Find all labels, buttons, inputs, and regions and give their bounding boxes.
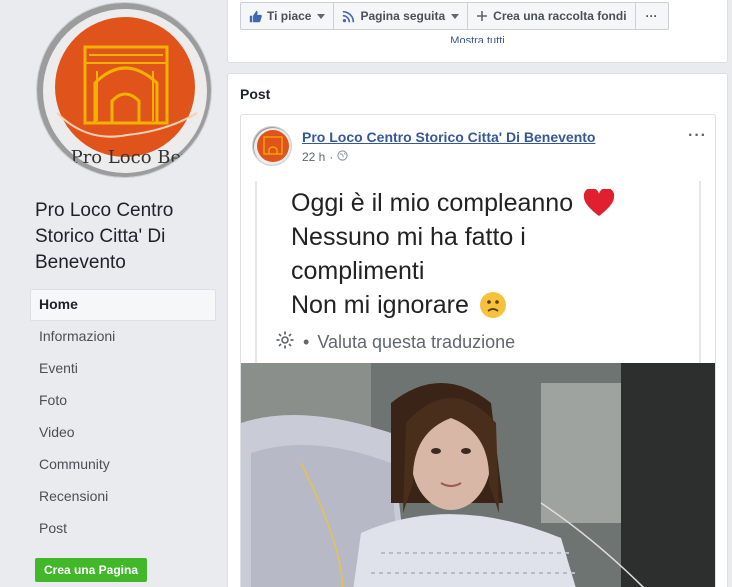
translate-label: Valuta questa traduzione bbox=[317, 332, 516, 352]
page-actions-card: Ti piace Pagina seguita Crea una raccolt… bbox=[227, 0, 728, 63]
post-meta: 22 h · bbox=[302, 150, 348, 164]
page-actions-bar: Ti piace Pagina seguita Crea una raccolt… bbox=[240, 2, 669, 30]
gear-icon bbox=[275, 330, 295, 355]
nav-item-community[interactable]: Community bbox=[30, 449, 216, 481]
nav-item-video[interactable]: Video bbox=[30, 417, 216, 449]
profile-logo-image: Pro Loco Bene bbox=[37, 3, 211, 177]
nav-item-home[interactable]: Home bbox=[30, 289, 216, 321]
chevron-down-icon bbox=[451, 13, 460, 19]
nav-item-recensioni[interactable]: Recensioni bbox=[30, 481, 216, 513]
chevron-down-icon bbox=[317, 13, 326, 19]
sad-face-icon bbox=[479, 291, 507, 319]
image-text-line: Non mi ignorare bbox=[291, 288, 699, 322]
plus-icon bbox=[476, 10, 488, 22]
create-page-button[interactable]: Crea una Pagina bbox=[35, 558, 147, 582]
thumbs-up-icon bbox=[249, 10, 262, 23]
image-text-line: Oggi è il mio compleanno bbox=[291, 186, 699, 220]
like-label: Ti piace bbox=[267, 9, 312, 23]
fundraiser-button[interactable]: Crea una raccolta fondi bbox=[467, 2, 636, 30]
show-all-link[interactable]: Mostra tutti bbox=[228, 35, 727, 43]
hospital-photo bbox=[241, 363, 715, 587]
more-icon: ··· bbox=[645, 9, 658, 23]
globe-icon bbox=[337, 150, 348, 164]
more-actions-button[interactable]: ··· bbox=[634, 2, 669, 30]
image-text-line-4: Non mi ignorare bbox=[291, 291, 469, 319]
translate-row: • Valuta questa traduzione bbox=[275, 330, 515, 355]
profile-picture[interactable]: Pro Loco Bene bbox=[36, 2, 212, 178]
page-title: Pro Loco Centro Storico Citta' Di Beneve… bbox=[35, 200, 174, 273]
post-author-link[interactable]: Pro Loco Centro Storico Citta' Di Beneve… bbox=[302, 129, 595, 145]
follow-label: Pagina seguita bbox=[360, 9, 446, 23]
follow-button[interactable]: Pagina seguita bbox=[333, 2, 469, 30]
nav-item-foto[interactable]: Foto bbox=[30, 385, 216, 417]
post-timestamp[interactable]: 22 h bbox=[302, 150, 325, 164]
left-column: Pro Loco Bene Pro Loco Centro Storico Ci… bbox=[0, 0, 226, 587]
image-text-line-3: complimenti bbox=[291, 257, 425, 285]
fundraiser-label: Crea una raccolta fondi bbox=[493, 9, 627, 23]
rss-icon bbox=[342, 10, 355, 23]
image-text-line-1: Oggi è il mio compleanno bbox=[291, 189, 574, 217]
like-button[interactable]: Ti piace bbox=[240, 2, 335, 30]
post-options-icon[interactable]: ··· bbox=[688, 127, 707, 145]
post-image[interactable]: Oggi è il mio compleanno Nessuno mi ha f… bbox=[241, 181, 715, 587]
posts-heading: Post bbox=[240, 86, 271, 102]
nav-item-eventi[interactable]: Eventi bbox=[30, 353, 216, 385]
nav-item-post[interactable]: Post bbox=[30, 513, 216, 545]
posts-card: Post Pro Loco Centro Storico Citta' Di B… bbox=[227, 73, 728, 587]
post-author-avatar[interactable] bbox=[252, 126, 292, 166]
translate-bullet: • bbox=[303, 332, 310, 352]
page-nav: Home Informazioni Eventi Foto Video Comm… bbox=[30, 289, 216, 545]
nav-item-informazioni[interactable]: Informazioni bbox=[30, 321, 216, 353]
profile-logo-text: Pro Loco Bene bbox=[71, 147, 204, 168]
post: Pro Loco Centro Storico Citta' Di Beneve… bbox=[240, 114, 716, 587]
image-text-line-2: Nessuno mi ha fatto i bbox=[291, 223, 526, 251]
red-heart-icon bbox=[583, 189, 615, 217]
